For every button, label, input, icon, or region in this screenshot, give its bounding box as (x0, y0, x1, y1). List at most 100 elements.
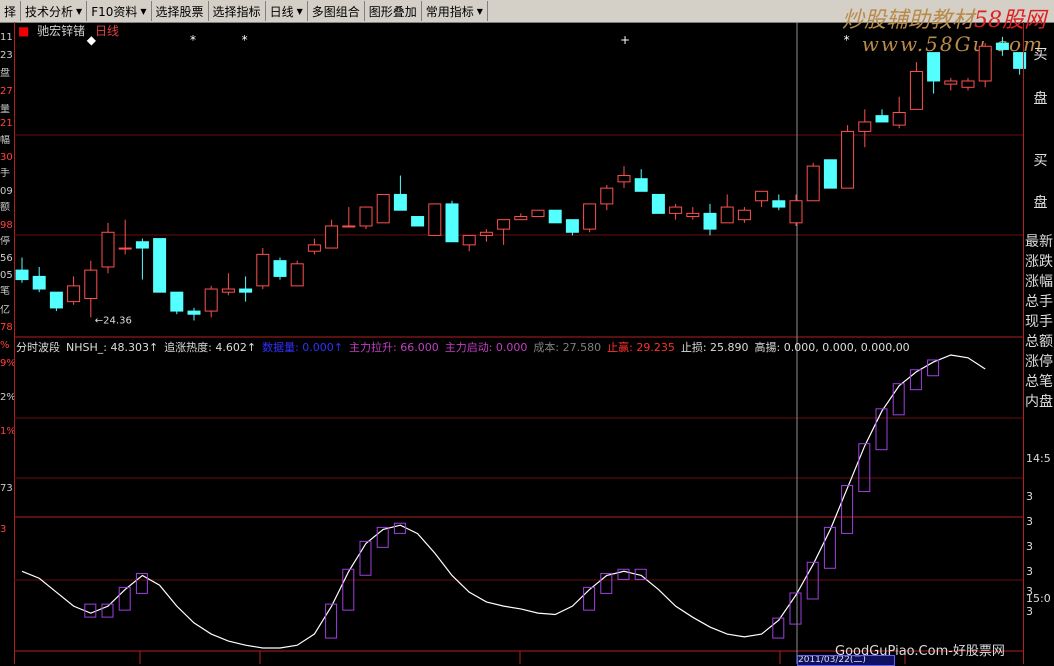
signal-star-icon: * (190, 33, 196, 47)
candle-body (772, 200, 786, 208)
candle-body (634, 178, 648, 192)
wave-line (21, 354, 986, 649)
pan-label: 盘 (1033, 91, 1048, 107)
candle-body (101, 231, 115, 268)
indicator-value: 成本: 27.580 (533, 341, 602, 354)
quote-field-label: 涨幅 (1025, 274, 1053, 290)
candle-body (428, 203, 442, 236)
indicator-value: 分时波段 (16, 341, 60, 354)
candle-body (342, 225, 356, 228)
wave-signal-box (583, 586, 596, 611)
candle-body (583, 203, 597, 230)
right-quote-panel: 买 盘 买 盘 最新 涨跌 涨幅 总手 现手 总额 涨停 总笔 内盘 14:5 3 3 3 3 3 3 15:… (1023, 22, 1054, 664)
indicator-value: 止赢: 29.235 (607, 341, 675, 354)
candle-body (67, 285, 81, 303)
candle-body (686, 212, 700, 218)
candle-body (669, 206, 683, 214)
wave-signal-box (823, 526, 836, 569)
candle-body (858, 121, 872, 132)
indicator-value: 止损: 25.890 (680, 341, 749, 354)
candle-body (806, 165, 820, 202)
pan-label-2: 盘 (1033, 195, 1048, 211)
buy-label: 买 (1033, 153, 1048, 169)
candle-body (479, 231, 493, 236)
signal-star-icon: * (844, 33, 850, 47)
candle-body (995, 42, 1009, 50)
kline-chart[interactable]: ←24.36 ◆ * * + * (0, 0, 1054, 664)
indicator-value: 主力启动: 0.000 (444, 341, 528, 354)
candle-body (135, 241, 149, 249)
quote-field-list: 最新 涨跌 涨幅 总手 现手 总额 涨停 总笔 内盘 (1025, 232, 1053, 412)
candle-body (789, 200, 803, 224)
candle-body (325, 225, 339, 249)
candle-body (651, 193, 665, 214)
candle-body (273, 260, 287, 277)
candle-body (290, 263, 304, 287)
candle-body (961, 80, 975, 88)
time-axis-label: 3 (1026, 515, 1033, 528)
time-axis-label: 3 (1026, 540, 1033, 553)
wave-signal-box (118, 586, 131, 611)
wave-signal-box (875, 408, 888, 451)
candle-body (841, 130, 855, 189)
candle-body (565, 219, 579, 233)
candle-body (204, 288, 218, 312)
candle-body (909, 71, 923, 110)
candle-body (170, 291, 184, 312)
candle-body (497, 219, 511, 230)
candle-body (944, 80, 958, 85)
time-axis-label: 3 (1026, 490, 1033, 503)
indicator-value: NHSH_: 48.303↑ (66, 341, 159, 354)
quote-field-label: 最新 (1025, 234, 1053, 250)
wave-signal-box (806, 561, 819, 600)
candle-body (32, 275, 46, 290)
candle-body (600, 187, 614, 205)
quote-field-label: 总额 (1025, 334, 1053, 350)
cursor-date: 2011/03/22(二) (797, 655, 895, 666)
indicator-values: 分时波段 NHSH_: 48.303↑ 追涨热度: 4.602↑ 数据量: 0.000… (16, 339, 916, 355)
candle-body (221, 288, 235, 293)
signal-star-icon: * (242, 33, 248, 47)
candle-body (617, 175, 631, 183)
sell-label: 买 (1033, 47, 1048, 63)
candle-body (393, 193, 407, 211)
quote-field-label: 内盘 (1025, 394, 1053, 410)
quote-field-label: 总笔 (1025, 374, 1053, 390)
wave-signal-box (892, 383, 905, 416)
candle-body (307, 244, 321, 252)
candle-body (462, 234, 476, 246)
time-axis-label: 3 (1026, 605, 1033, 618)
wave-signal-box (789, 592, 802, 625)
candle-body (755, 190, 769, 202)
indicator-value: 高揚: 0.000, 0.000, 0.000,00 (754, 341, 910, 354)
wave-signal-box (359, 540, 372, 576)
candle-body (531, 209, 545, 218)
quote-field-label: 涨跌 (1025, 254, 1053, 270)
indicator-value: 追涨热度: 4.602↑ (164, 341, 257, 354)
time-axis-label: 3 (1026, 565, 1033, 578)
candle-body (49, 291, 63, 309)
candle-body (376, 193, 390, 224)
candle-body (411, 216, 425, 227)
candle-body (187, 310, 201, 315)
wave-signal-box (858, 443, 871, 493)
wave-signal-box (841, 485, 854, 534)
indicator-value: 数据量: 0.000↑ (262, 341, 344, 354)
candle-body (359, 206, 373, 227)
time-axis-label: 15:0 (1026, 592, 1051, 605)
candle-body (239, 288, 253, 293)
candle-body (927, 52, 941, 82)
candle-body (514, 216, 528, 221)
quote-field-label: 现手 (1025, 314, 1053, 330)
low-price-label: ←24.36 (95, 315, 132, 326)
candle-body (153, 238, 167, 293)
wave-signal-box (342, 568, 355, 611)
candle-body (720, 206, 734, 224)
candle-body (978, 45, 992, 82)
candle-body (118, 247, 132, 250)
indicator-value: 主力拉升: 66.000 (349, 341, 439, 354)
time-axis-label: 14:5 (1026, 452, 1051, 465)
candle-body (84, 269, 98, 299)
candle-body (892, 112, 906, 126)
signal-star-icon: + (620, 33, 630, 47)
